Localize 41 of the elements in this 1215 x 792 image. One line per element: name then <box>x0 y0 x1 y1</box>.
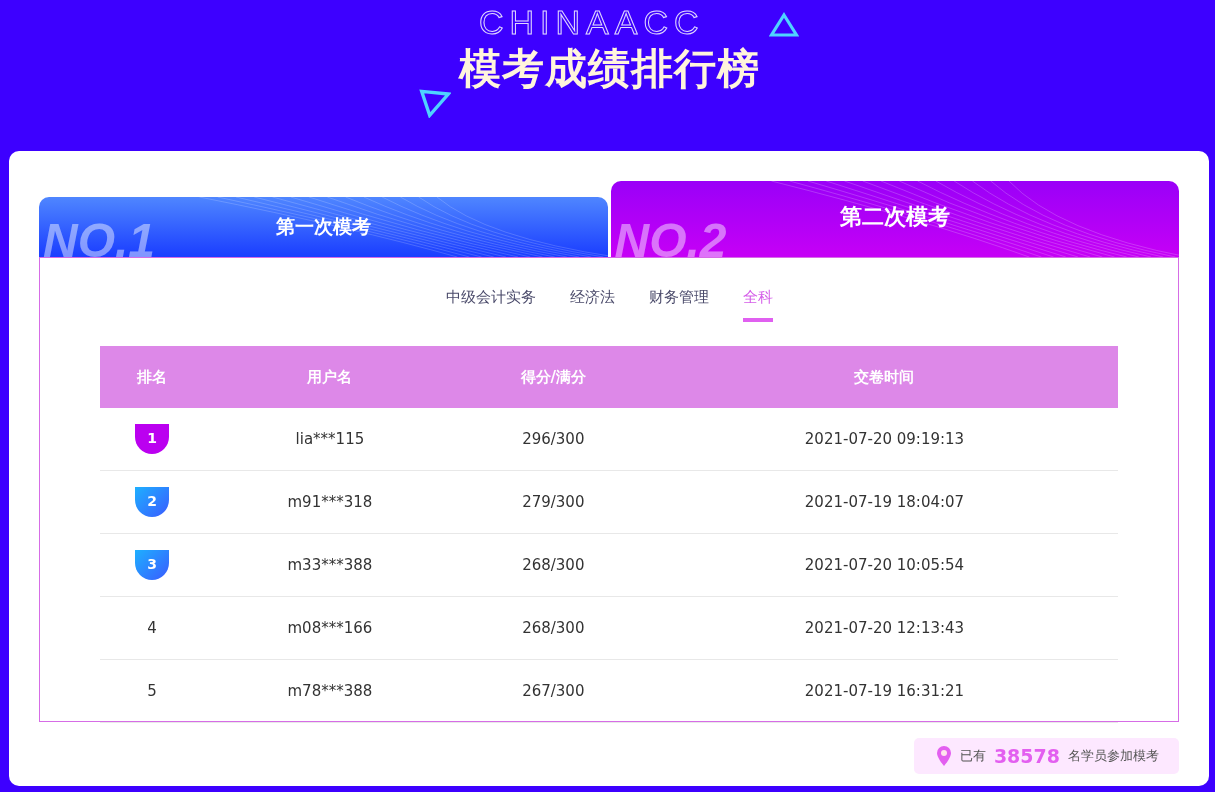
score-cell: 279/300 <box>522 493 585 511</box>
tab-number-text: NO.2 <box>614 217 727 257</box>
page-title: 模考成绩排行榜 <box>458 44 760 94</box>
subject-tab[interactable]: 中级会计实务 <box>445 286 536 322</box>
triangle-icon <box>419 86 451 118</box>
time-cell: 2021-07-20 12:13:43 <box>804 619 965 637</box>
exam-tab[interactable]: NO.1 第一次模考 <box>39 197 608 257</box>
rank-text: 4 <box>147 619 157 637</box>
location-pin-icon <box>935 745 952 767</box>
tab-label: 第二次模考 <box>839 203 950 231</box>
time-cell: 2021-07-20 10:05:54 <box>804 556 965 574</box>
username-cell: m33***388 <box>287 556 373 574</box>
score-cell: 268/300 <box>522 556 585 574</box>
subject-tab[interactable]: 经济法 <box>569 286 615 322</box>
score-cell: 268/300 <box>522 619 585 637</box>
column-header: 用户名 <box>204 346 456 408</box>
column-header: 交卷时间 <box>651 346 1118 408</box>
username-cell: m08***166 <box>287 619 373 637</box>
tab-number-text: NO.1 <box>43 217 156 257</box>
score-cell: 267/300 <box>522 682 585 700</box>
rank-text: 5 <box>147 682 157 700</box>
exam-tab[interactable]: NO.2 第二次模考 <box>610 181 1179 257</box>
column-header: 排名 <box>100 346 205 408</box>
username-cell: m91***318 <box>287 493 373 511</box>
subject-tab[interactable]: 财务管理 <box>648 286 709 322</box>
participants-prefix: 已有 <box>959 747 986 765</box>
participants-count: 38578 <box>993 745 1060 767</box>
rank-badge: 3 <box>135 550 170 580</box>
time-cell: 2021-07-20 09:19:13 <box>804 430 965 448</box>
time-cell: 2021-07-19 16:31:21 <box>804 682 965 700</box>
score-cell: 296/300 <box>522 430 585 448</box>
username-cell: lia***115 <box>295 430 365 448</box>
triangle-icon <box>769 12 799 38</box>
rank-badge: 1 <box>135 424 170 454</box>
username-cell: m78***388 <box>287 682 373 700</box>
column-header: 得分/满分 <box>455 346 651 408</box>
tab-label: 第一次模考 <box>275 214 371 239</box>
participants-suffix: 名学员参加模考 <box>1068 747 1159 765</box>
time-cell: 2021-07-19 18:04:07 <box>804 493 965 511</box>
rank-badge: 2 <box>135 487 170 517</box>
backdrop-outline-text: CHINAACC <box>479 4 705 40</box>
